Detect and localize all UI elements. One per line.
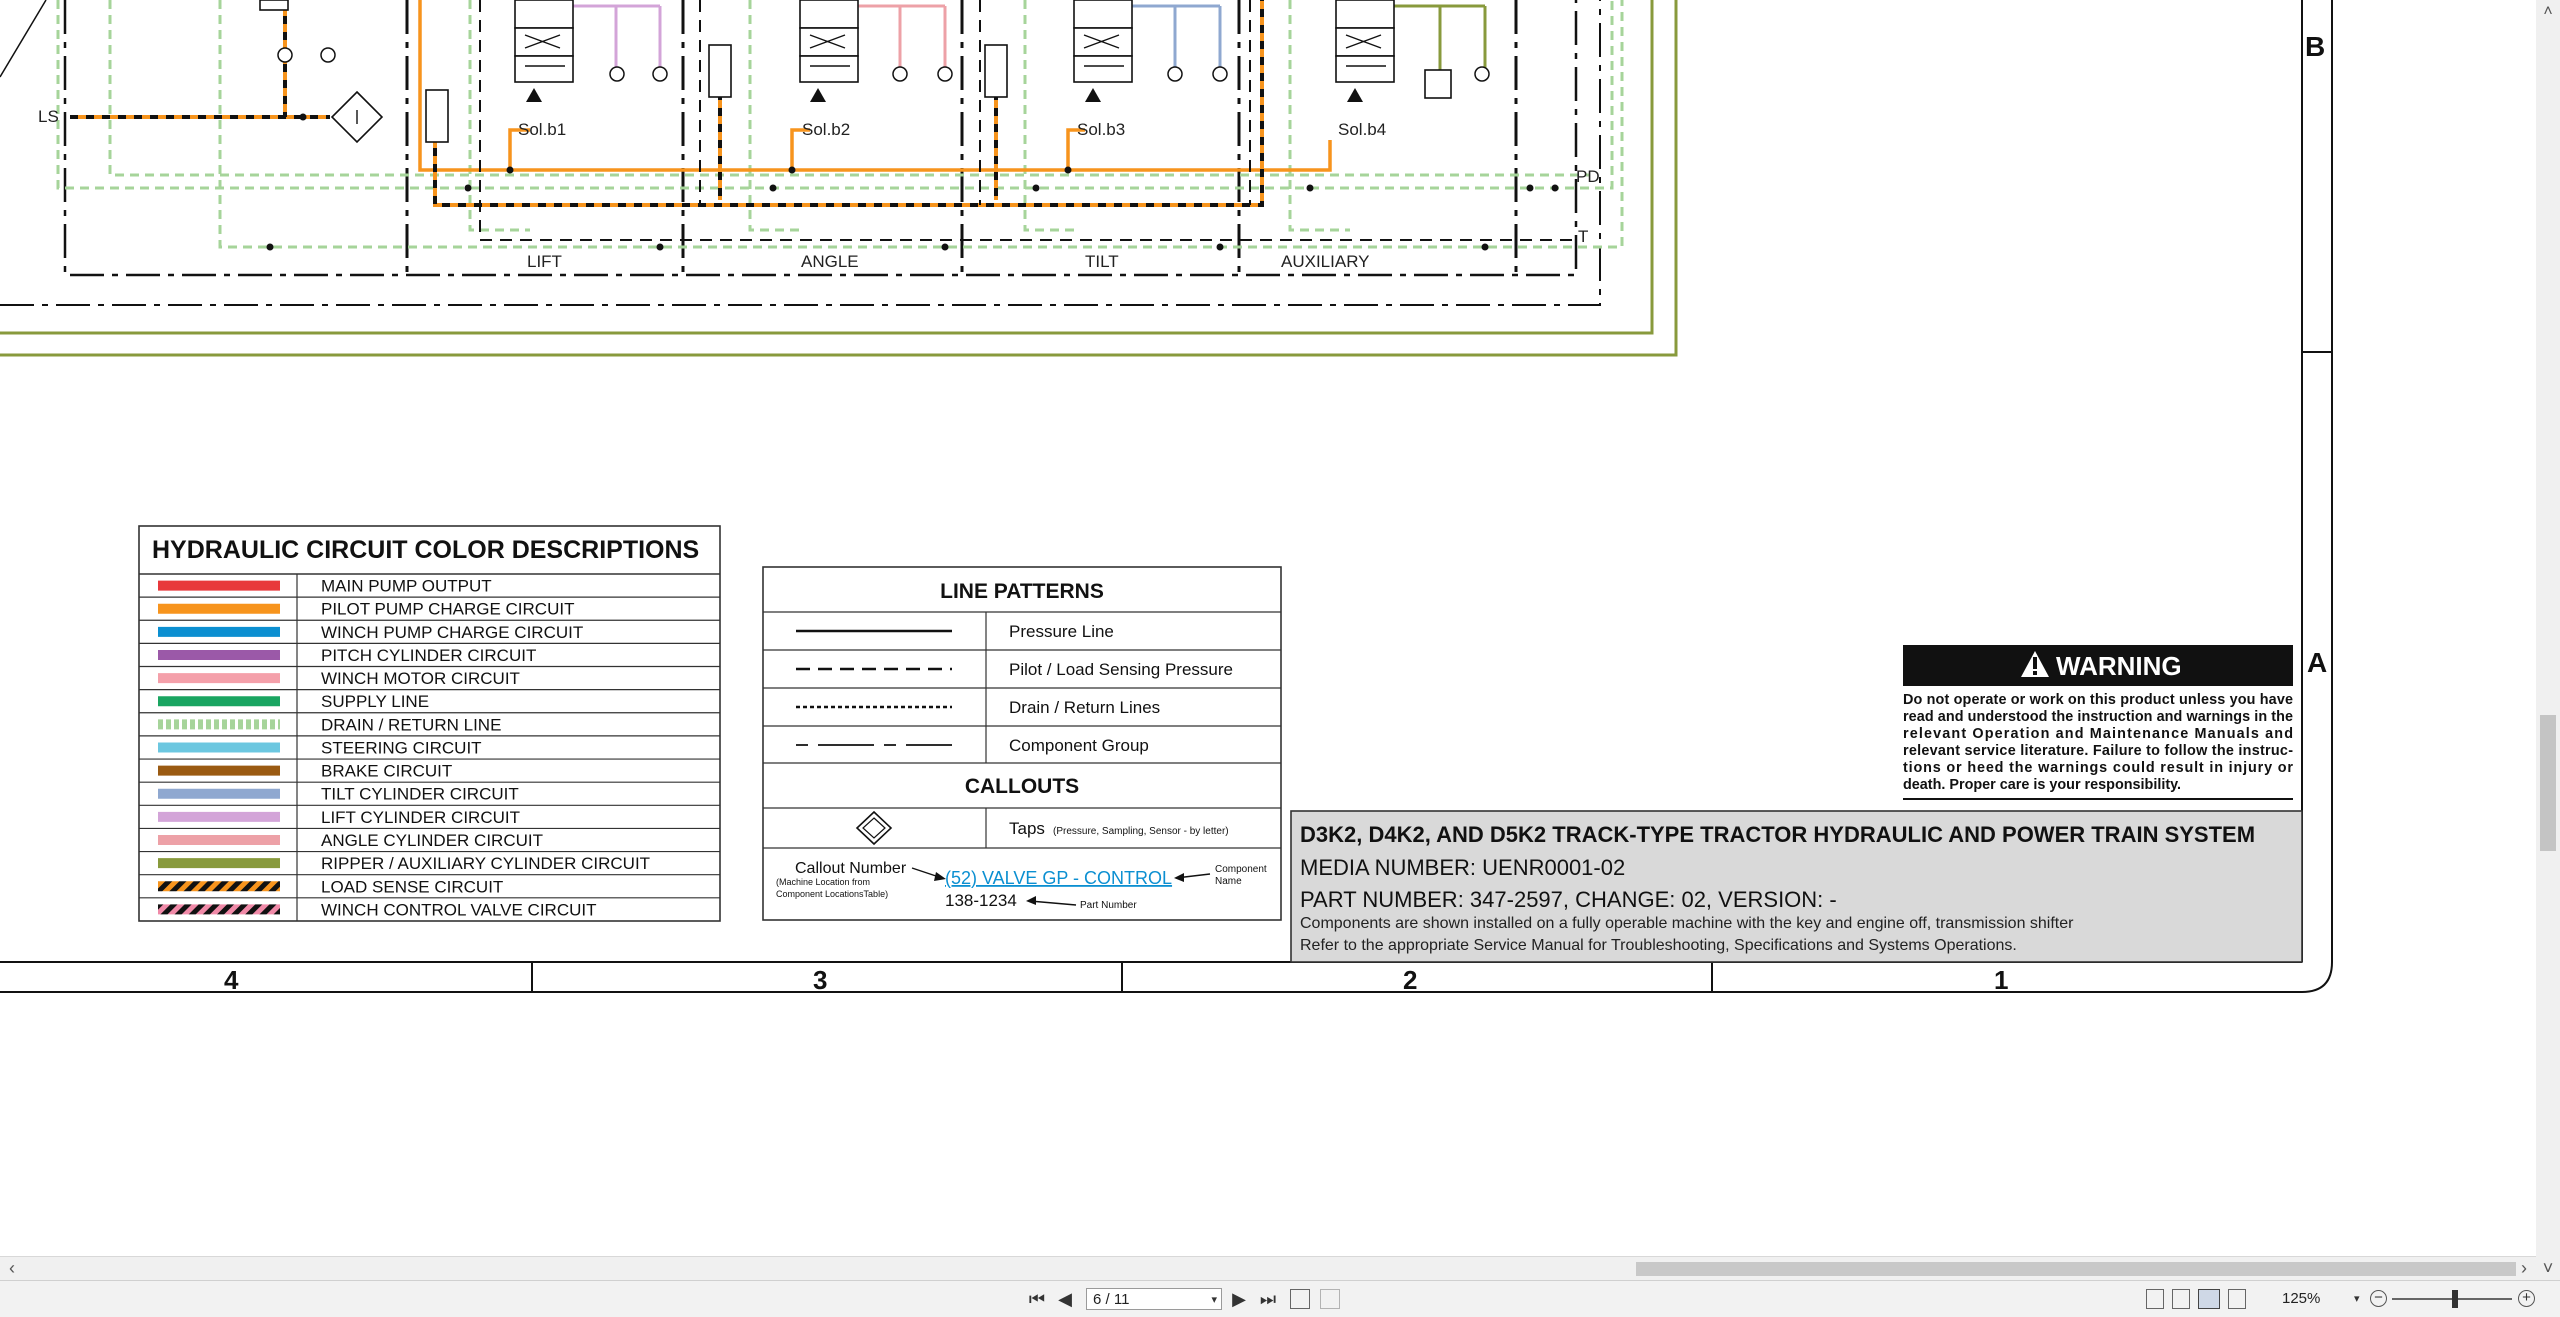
zoom-dropdown-icon[interactable]: ▾ <box>2354 1287 2360 1311</box>
drawing-title: D3K2, D4K2, AND D5K2 TRACK-TYPE TRACTOR … <box>1300 822 2255 847</box>
scroll-down-arrow-icon[interactable]: ˅ <box>2536 1256 2560 1280</box>
legend-item-label: PILOT PUMP CHARGE CIRCUIT <box>321 600 574 619</box>
legend-item-label: WINCH PUMP CHARGE CIRCUIT <box>321 623 583 642</box>
legend-item-label: LIFT CYLINDER CIRCUIT <box>321 808 520 827</box>
line-patterns-title: LINE PATTERNS <box>940 580 1104 603</box>
taps-label: Taps <box>1009 819 1045 838</box>
solenoid-label-b1: Sol.b1 <box>518 120 566 139</box>
previous-page-icon[interactable]: ◀ <box>1054 1287 1076 1311</box>
two-page-view-icon[interactable] <box>2198 1289 2220 1309</box>
t-label: T <box>1578 227 1588 246</box>
callout-note-2: Component LocationsTable) <box>776 889 888 899</box>
zone-label-b: B <box>2305 31 2325 62</box>
zone-label-1: 1 <box>1994 965 2008 995</box>
zone-label-4: 4 <box>224 965 239 995</box>
document-viewport[interactable]: LS PD T Sol.b1 Sol.b2 Sol.b3 Sol.b4 LIFT… <box>0 0 2536 1256</box>
page-dropdown-icon[interactable]: ▾ <box>1211 1289 1217 1311</box>
legend-item-label: MAIN PUMP OUTPUT <box>321 577 492 596</box>
component-name-label-2: Name <box>1215 876 1242 887</box>
warning-box: WARNING Do not operate or work on this p… <box>1903 645 2293 800</box>
horizontal-scroll-thumb[interactable] <box>1636 1262 2516 1276</box>
solenoid-label-b2: Sol.b2 <box>802 120 850 139</box>
paste-page-icon <box>1320 1289 1340 1309</box>
warning-line-4: relevant service literature. Failure to … <box>1903 743 2293 759</box>
legend-item-label: TILT CYLINDER CIRCUIT <box>321 785 519 804</box>
zoom-out-icon[interactable]: − <box>2370 1290 2387 1307</box>
title-block: D3K2, D4K2, AND D5K2 TRACK-TYPE TRACTOR … <box>1290 810 2303 963</box>
media-number: MEDIA NUMBER: UENR0001-02 <box>1300 855 1625 880</box>
callouts-title: CALLOUTS <box>965 775 1079 798</box>
zone-label-2: 2 <box>1403 965 1417 995</box>
legend-swatch <box>158 904 280 915</box>
scroll-up-arrow-icon[interactable]: ˄ <box>2536 0 2560 24</box>
first-page-icon[interactable]: ⏮ <box>1026 1287 1048 1311</box>
copy-page-icon[interactable] <box>1290 1289 1310 1309</box>
legend-item-label: STEERING CIRCUIT <box>321 738 482 757</box>
zone-label-3: 3 <box>813 965 827 995</box>
scroll-left-arrow-icon[interactable]: ‹ <box>2 1257 22 1281</box>
warning-line-1: Do not operate or work on this product u… <box>1903 692 2293 708</box>
warning-title: WARNING <box>2056 651 2182 681</box>
legend-item-label: RIPPER / AUXILIARY CYLINDER CIRCUIT <box>321 854 650 873</box>
continuous-two-page-view-icon[interactable] <box>2228 1289 2246 1309</box>
section-label-lift: LIFT <box>527 252 562 271</box>
line-patterns-box: LINE PATTERNS Pressure Line Pilot / Load… <box>762 566 1282 921</box>
schematic-page: LS PD T Sol.b1 Sol.b2 Sol.b3 Sol.b4 LIFT… <box>0 0 2333 995</box>
legend-swatch <box>158 881 280 892</box>
solenoid-label-b3: Sol.b3 <box>1077 120 1125 139</box>
color-legend: HYDRAULIC CIRCUIT COLOR DESCRIPTIONS MAI… <box>138 525 721 922</box>
section-label-angle: ANGLE <box>801 252 859 271</box>
legend-item-label: DRAIN / RETURN LINE <box>321 715 501 734</box>
callout-note-1: (Machine Location from <box>776 877 870 887</box>
part-number-label: Part Number <box>1080 900 1137 911</box>
zoom-in-icon[interactable]: + <box>2518 1290 2535 1307</box>
title-note-2: Refer to the appropriate Service Manual … <box>1300 937 2017 954</box>
vertical-scroll-thumb[interactable] <box>2540 715 2556 851</box>
part-number: PART NUMBER: 347-2597, CHANGE: 02, VERSI… <box>1300 887 1837 912</box>
callout-number-label: Callout Number <box>795 860 907 877</box>
callout-example-link[interactable]: (52) VALVE GP - CONTROL <box>945 868 1172 888</box>
legend-item-label: WINCH CONTROL VALVE CIRCUIT <box>321 900 596 919</box>
taps-note: (Pressure, Sampling, Sensor - by letter) <box>1053 826 1229 837</box>
vertical-scrollbar[interactable]: ˄ <box>2536 0 2560 1256</box>
zoom-level[interactable]: 125% <box>2282 1287 2320 1311</box>
zone-label-a: A <box>2307 647 2327 678</box>
viewer-toolbar: ⏮ ◀ 6 / 11 ▾ ▶ ⏭ 125% ▾ − + <box>0 1280 2560 1317</box>
legend-item-label: BRAKE CIRCUIT <box>321 762 452 781</box>
warning-line-3: relevant Operation and Maintenance Manua… <box>1903 726 2293 742</box>
section-label-tilt: TILT <box>1085 252 1119 271</box>
next-page-icon[interactable]: ▶ <box>1228 1287 1250 1311</box>
component-name-label-1: Component <box>1215 864 1267 875</box>
section-label-auxiliary: AUXILIARY <box>1281 252 1370 271</box>
scroll-right-arrow-icon[interactable]: › <box>2514 1257 2534 1281</box>
warning-line-5: tions or heed the warnings could result … <box>1903 760 2293 776</box>
legend-item-label: LOAD SENSE CIRCUIT <box>321 877 503 896</box>
warning-line-6: death. Proper care is your responsibilit… <box>1903 777 2181 793</box>
legend-item-label: SUPPLY LINE <box>321 692 429 711</box>
last-page-icon[interactable]: ⏭ <box>1256 1287 1280 1311</box>
page-number-field[interactable]: 6 / 11 ▾ <box>1086 1288 1222 1310</box>
schematic-drawing: LS PD T Sol.b1 Sol.b2 Sol.b3 Sol.b4 LIFT… <box>0 0 1678 357</box>
single-page-view-icon[interactable] <box>2146 1289 2164 1309</box>
part-number-value: 138-1234 <box>945 891 1017 910</box>
pattern-label-component: Component Group <box>1009 736 1149 755</box>
legend-item-label: PITCH CYLINDER CIRCUIT <box>321 646 536 665</box>
ls-label: LS <box>38 107 59 126</box>
pd-label: PD <box>1576 167 1600 186</box>
title-note-1: Components are shown installed on a full… <box>1300 915 2074 932</box>
pattern-label-pressure: Pressure Line <box>1009 622 1114 641</box>
warning-line-2: read and understood the instruction and … <box>1903 709 2293 725</box>
legend-item-label: WINCH MOTOR CIRCUIT <box>321 669 520 688</box>
zoom-slider-thumb[interactable] <box>2452 1290 2458 1308</box>
legend-item-label: ANGLE CYLINDER CIRCUIT <box>321 831 543 850</box>
pattern-label-pilot: Pilot / Load Sensing Pressure <box>1009 660 1233 679</box>
legend-title: HYDRAULIC CIRCUIT COLOR DESCRIPTIONS <box>152 536 699 564</box>
page-number-value: 6 / 11 <box>1093 1291 1130 1308</box>
continuous-view-icon[interactable] <box>2172 1289 2190 1309</box>
pattern-label-drain: Drain / Return Lines <box>1009 698 1160 717</box>
horizontal-scrollbar[interactable]: ‹ › <box>0 1256 2536 1281</box>
solenoid-label-b4: Sol.b4 <box>1338 120 1386 139</box>
